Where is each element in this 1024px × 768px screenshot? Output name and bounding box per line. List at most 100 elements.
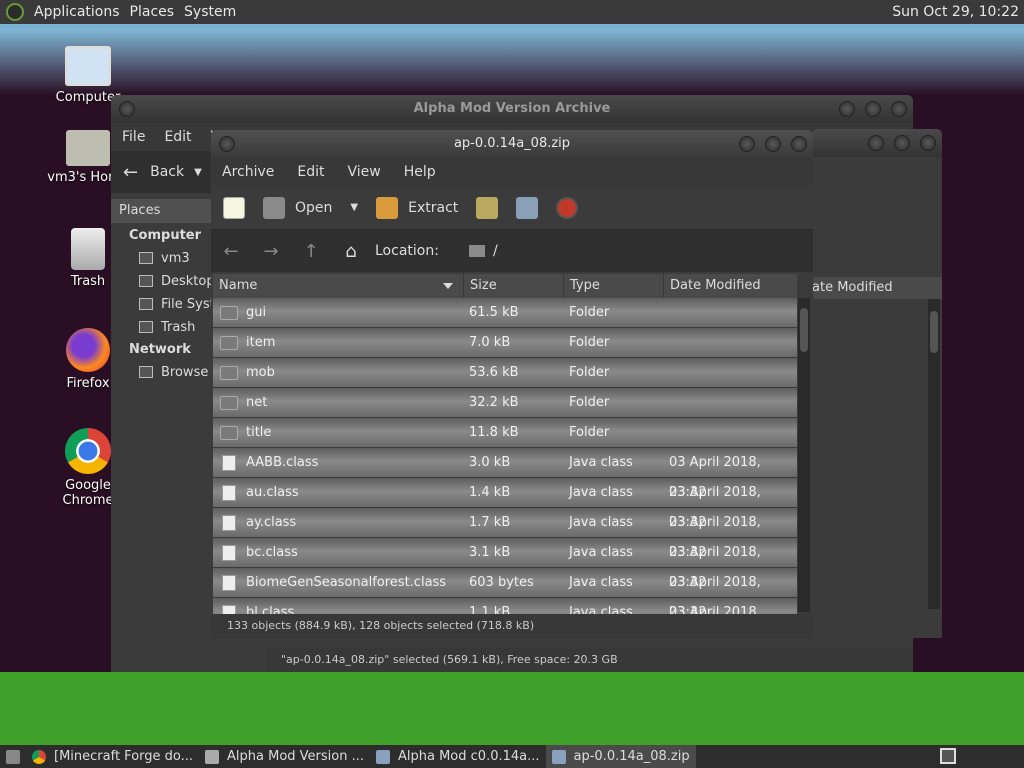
extract-icon[interactable] (376, 196, 399, 219)
column-header-size[interactable]: Size (463, 274, 563, 298)
sidebar-item-trash[interactable]: Trash (111, 316, 211, 339)
cell-name: au.class (213, 478, 463, 507)
table-row[interactable]: title 11.8 kB Folder (213, 418, 797, 448)
maximize-button[interactable] (865, 101, 881, 117)
up-arrow-icon[interactable]: ↑ (291, 241, 331, 262)
menu-places[interactable]: Places (130, 4, 175, 20)
column-header-date-modified[interactable]: Date Modified (663, 274, 797, 298)
folder-icon (220, 306, 238, 320)
cell-name: BiomeGenSeasonalforest.class (213, 568, 463, 597)
window-menu-button[interactable] (219, 136, 235, 152)
date-modified-column-header[interactable]: Date Modified (812, 277, 942, 299)
clock[interactable]: Sun Oct 29, 10:22 (892, 4, 1019, 20)
close-button[interactable] (891, 101, 907, 117)
column-header-type[interactable]: Type (563, 274, 663, 298)
taskbar-item-alpha-mod-archive[interactable]: Alpha Mod Version ... (199, 745, 370, 768)
table-row[interactable]: AABB.class 3.0 kB Java class 03 April 2018,… (213, 448, 797, 500)
cell-type: Folder (569, 425, 610, 440)
back-arrow-icon[interactable]: ← (123, 162, 138, 183)
cell-name: bc.class (213, 538, 463, 567)
table-row[interactable]: bc.class 3.1 kB Java class 03 April 2018, 2… (213, 538, 797, 590)
table-row[interactable]: BiomeGenSeasonalforest.class 603 bytes Jav… (213, 568, 797, 620)
add-folder-icon[interactable] (516, 196, 539, 219)
home-icon[interactable]: ⌂ (331, 241, 371, 262)
minimize-button[interactable] (739, 136, 755, 152)
minimize-button[interactable] (868, 135, 884, 151)
sidebar-item-browse-network[interactable]: Browse Network (111, 361, 267, 384)
cell-name: item (213, 328, 463, 357)
cell-type: Folder (569, 365, 610, 380)
close-button[interactable] (920, 135, 936, 151)
places-sidebar: Computer vm3 Desktop File System Trash N… (111, 225, 267, 384)
menu-edit[interactable]: Edit (297, 164, 324, 180)
scrollbar[interactable] (798, 298, 810, 612)
extract-button[interactable]: Extract (408, 200, 458, 216)
menu-file[interactable]: File (122, 129, 145, 145)
sidebar-item-filesystem[interactable]: File System (111, 293, 235, 316)
menu-edit[interactable]: Edit (164, 129, 191, 145)
menu-help[interactable]: Help (404, 164, 436, 180)
show-desktop-button[interactable] (0, 745, 26, 768)
cell-size: 11.8 kB (469, 425, 519, 440)
table-row[interactable]: gui 61.5 kB Folder (213, 298, 797, 328)
cell-type: Java class (569, 455, 633, 470)
chevron-down-icon[interactable]: ▼ (194, 167, 202, 178)
java-class-file-icon (222, 455, 236, 471)
archive-icon (551, 749, 566, 764)
maximize-button[interactable] (765, 136, 781, 152)
background-window-titlebar[interactable] (812, 129, 942, 157)
archive-titlebar[interactable]: ap-0.0.14a_08.zip (211, 130, 813, 158)
table-row[interactable]: ay.class 1.7 kB Java class 03 April 2018, 2… (213, 508, 797, 560)
sidebar-item-desktop[interactable]: Desktop (111, 270, 215, 293)
folder-icon (220, 396, 238, 410)
cell-type: Folder (569, 395, 610, 410)
file-manager-titlebar[interactable]: Alpha Mod Version Archive (111, 95, 913, 123)
open-archive-icon[interactable] (263, 196, 285, 219)
taskbar-item-alpha-mod-c0014a[interactable]: Alpha Mod c0.0.14a... (370, 745, 546, 768)
cell-name: ay.class (213, 508, 463, 537)
new-archive-icon[interactable] (223, 196, 245, 219)
cell-size: 3.1 kB (469, 545, 511, 560)
workspace-switcher[interactable] (940, 748, 956, 764)
window-menu-button[interactable] (119, 101, 135, 117)
add-files-icon[interactable] (476, 196, 499, 219)
cell-type: Folder (569, 305, 610, 320)
minimize-button[interactable] (839, 101, 855, 117)
places-dropdown[interactable]: Places (111, 199, 211, 223)
computer-icon (65, 46, 111, 86)
table-row[interactable]: net 32.2 kB Folder (213, 388, 797, 418)
back-arrow-icon[interactable]: ← (211, 241, 251, 262)
back-button[interactable]: Back (150, 164, 184, 180)
trash-icon (71, 228, 105, 270)
cell-name: mob (213, 358, 463, 387)
cell-name: title (213, 418, 463, 447)
taskbar-item-zip-archive[interactable]: ap-0.0.14a_08.zip (545, 745, 696, 768)
scrollbar-thumb[interactable] (800, 308, 808, 352)
menu-system[interactable]: System (184, 4, 236, 20)
column-header-name[interactable]: Name (213, 274, 463, 298)
menu-archive[interactable]: Archive (222, 164, 274, 180)
table-row[interactable]: item 7.0 kB Folder (213, 328, 797, 358)
taskbar-item-minecraft-forge[interactable]: [Minecraft Forge do... (26, 745, 199, 768)
chevron-down-icon[interactable]: ▼ (350, 202, 358, 213)
forward-arrow-icon[interactable]: → (251, 241, 291, 262)
java-class-file-icon (222, 545, 236, 561)
scrollbar-thumb[interactable] (930, 311, 938, 353)
cell-date-modified (663, 328, 797, 357)
sidebar-item-vm3[interactable]: vm3 (111, 247, 211, 270)
sidebar-header-network: Network (129, 342, 191, 357)
maximize-button[interactable] (894, 135, 910, 151)
java-class-file-icon (222, 515, 236, 531)
close-button[interactable] (791, 136, 807, 152)
cell-type: Java class (569, 545, 633, 560)
stop-icon[interactable] (556, 196, 579, 219)
open-button[interactable]: Open (295, 200, 332, 216)
menu-view[interactable]: View (348, 164, 381, 180)
menu-applications[interactable]: Applications (34, 4, 120, 20)
table-row[interactable]: au.class 1.4 kB Java class 03 April 2018, 2… (213, 478, 797, 530)
table-row[interactable]: mob 53.6 kB Folder (213, 358, 797, 388)
location-path[interactable]: / (493, 243, 498, 259)
system-logo-icon[interactable] (6, 3, 24, 21)
scrollbar[interactable] (928, 299, 940, 609)
cell-size: 1.4 kB (469, 485, 511, 500)
